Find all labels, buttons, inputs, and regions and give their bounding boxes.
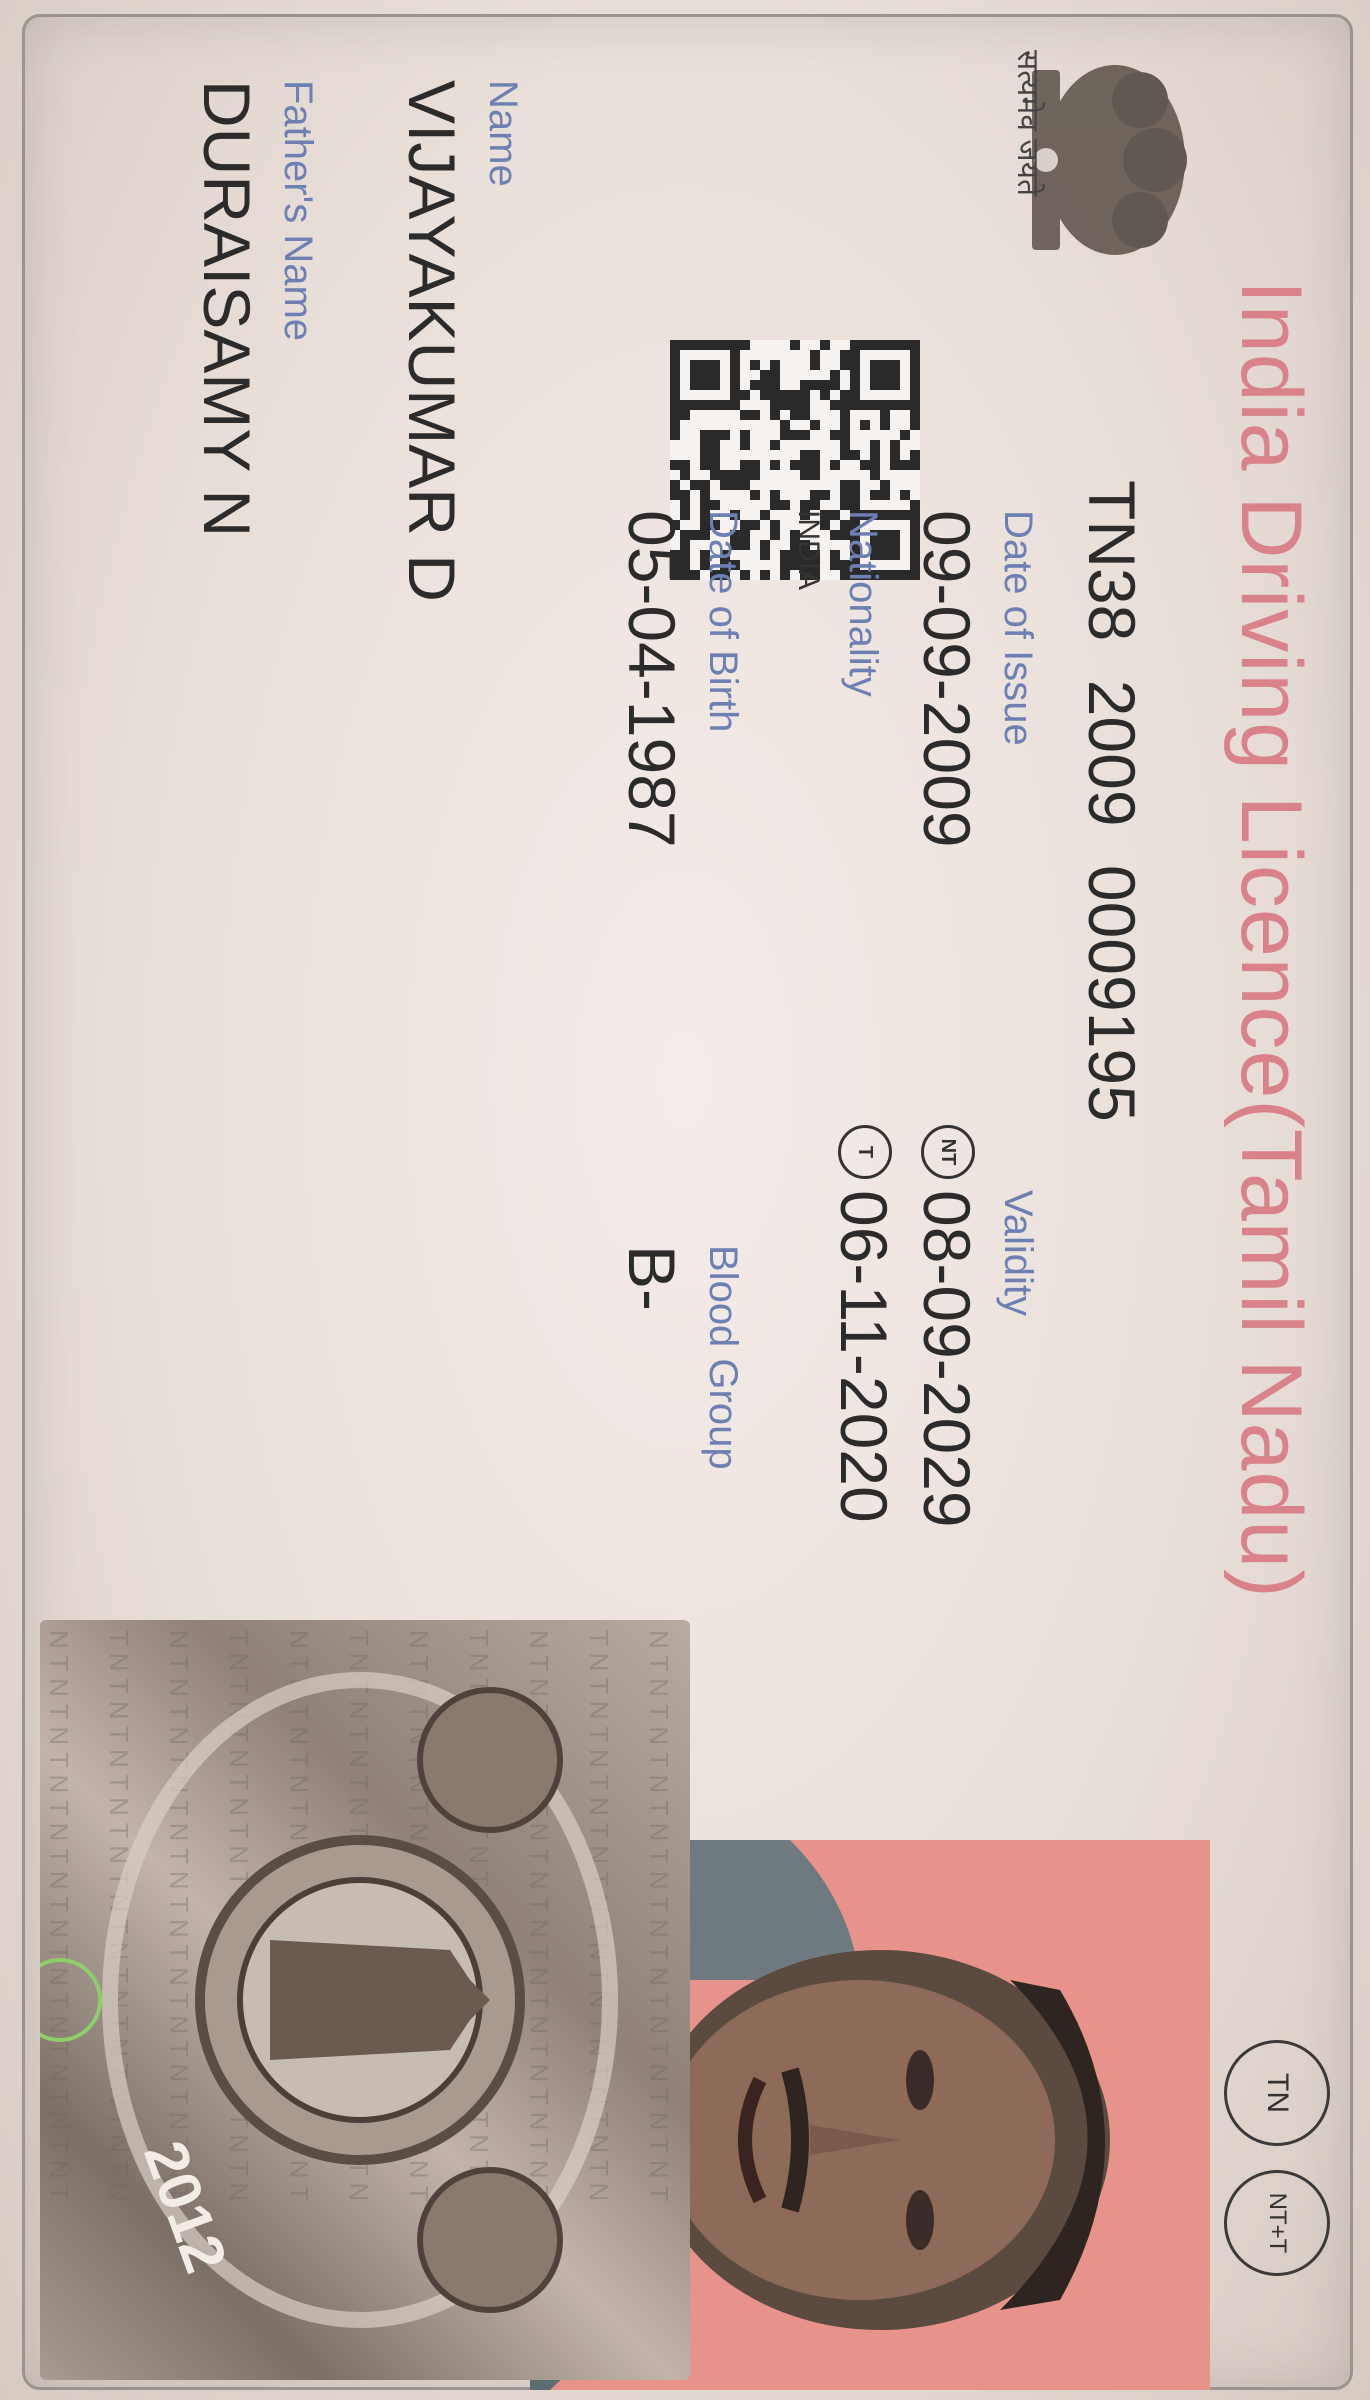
t-validity-badge-label: T (854, 1145, 877, 1159)
blood-group-value: B- (615, 1245, 689, 1311)
svg-text:N T N T N T N T N T N T N T N: N T N T N T N T N T N T N T N T N T N T … (164, 1630, 194, 2201)
driving-licence-card: सत्यमेव जयते India Driving Licence(Tamil… (0, 0, 1370, 2400)
nationality-value: INDIA (792, 510, 825, 591)
nt-t-badge-label: NT+T (1264, 2192, 1291, 2254)
date-of-issue-label: Date of Issue (996, 510, 1040, 746)
validity-t-value: 06-11-2020 (827, 1190, 901, 1523)
tn-badge-label: TN (1261, 2073, 1294, 2113)
svg-text:N T N T N T N T N T N T N T N: N T N T N T N T N T N T N T N T N T N T … (44, 1630, 74, 2201)
t-validity-badge: T (838, 1125, 892, 1179)
name-value: VIJAYAKUMAR D (395, 80, 469, 602)
nt-t-badge: NT+T (1224, 2170, 1330, 2276)
validity-label: Validity (996, 1190, 1040, 1316)
father-name-label: Father's Name (276, 80, 320, 342)
validity-nt-value: 08-09-2029 (910, 1190, 984, 1528)
security-hologram: N T N T N T N T N T N T N T N T N T N T … (40, 1620, 690, 2380)
dob-value: 05-04-1987 (615, 510, 689, 848)
tn-badge: TN (1224, 2040, 1330, 2146)
father-name-value: DURAISAMY N (190, 80, 264, 538)
date-of-issue-value: 09-09-2009 (910, 510, 984, 848)
licence-number: TN38 2009 0009195 (1075, 480, 1149, 1122)
blood-group-label: Blood Group (701, 1245, 745, 1470)
nt-validity-badge-label: NT (937, 1138, 960, 1166)
nt-validity-badge: NT (921, 1125, 975, 1179)
card-title: India Driving Licence(Tamil Nadu) (1223, 280, 1319, 1599)
dob-label: Date of Birth (701, 510, 745, 733)
svg-text:N T N T N T N T N T N T N T N: N T N T N T N T N T N T N T N T N T N T … (644, 1630, 674, 2201)
nationality-label: Nationality (841, 510, 885, 697)
name-label: Name (481, 80, 525, 187)
emblem-motto: सत्यमेव जयते (1011, 50, 1044, 197)
